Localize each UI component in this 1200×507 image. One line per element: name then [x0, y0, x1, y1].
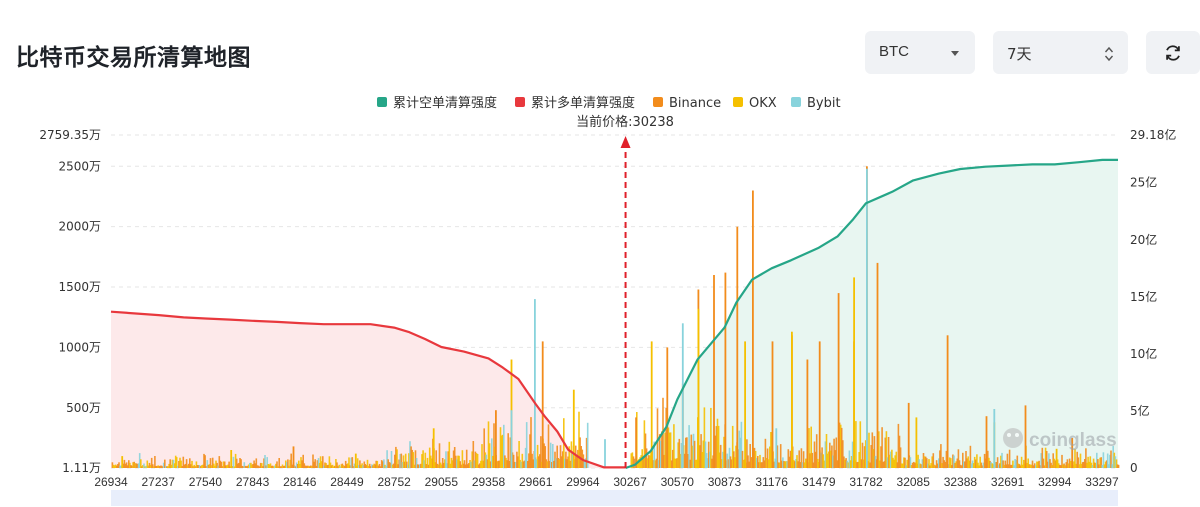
okx-bar	[432, 428, 435, 468]
binance-bar	[771, 341, 774, 468]
x-axis-tick: 29358	[472, 475, 506, 489]
cumulative-areas	[111, 159, 1118, 468]
x-axis: 26934 27237 27540 27843 28146 28449 28752 29055…	[94, 475, 1119, 489]
okx-bar	[121, 456, 124, 468]
binance-bar	[666, 347, 669, 468]
x-axis-tick: 32388	[944, 475, 978, 489]
okx-bar	[915, 417, 918, 468]
okx-bar	[853, 277, 855, 468]
liquidation-chart: 累计空单清算强度 累计多单清算强度 Binance OKX Bybit 当前价格…	[39, 95, 1176, 506]
legend-label-bybit[interactable]: Bybit	[807, 96, 841, 111]
x-axis-tick: 26934	[94, 475, 128, 489]
left-axis-tick: 2759.35万	[39, 128, 101, 142]
liquidation-bar	[232, 456, 235, 468]
okx-bar	[572, 389, 575, 468]
left-axis-tick: 500万	[66, 401, 101, 415]
okx-bar	[230, 450, 233, 468]
legend-marker-okx[interactable]	[733, 97, 743, 107]
binance-bar	[1024, 405, 1027, 468]
liquidation-bar	[881, 427, 883, 468]
right-axis-tick: 20亿	[1130, 232, 1157, 247]
left-axis: 1.11万 500万 1000万 1500万 2000万 2500万 2759.35万	[39, 128, 101, 475]
x-axis-tick: 31782	[849, 475, 883, 489]
x-axis-tick: 28752	[377, 475, 411, 489]
binance-bar	[724, 272, 727, 468]
x-axis-tick: 30267	[613, 475, 647, 489]
x-axis-tick: 28449	[330, 475, 364, 489]
bybit-bar	[510, 410, 513, 468]
legend-marker-bybit[interactable]	[791, 97, 801, 107]
binance-bar	[818, 341, 821, 468]
right-axis: 0 5亿 10亿 15亿 20亿 25亿 29.18亿	[1130, 127, 1176, 475]
left-axis-tick: 1000万	[58, 340, 101, 354]
binance-bar	[907, 402, 910, 468]
binance-bar	[752, 190, 754, 468]
x-axis-tick: 31479	[802, 475, 836, 489]
right-axis-tick: 0	[1130, 461, 1138, 475]
chart-legend: 累计空单清算强度 累计多单清算强度 Binance OKX Bybit	[377, 95, 841, 111]
okx-bar	[1055, 448, 1058, 468]
binance-bar	[736, 226, 739, 468]
liquidation-bar	[855, 421, 857, 468]
bybit-bar	[775, 428, 778, 468]
bybit-bar	[993, 409, 996, 468]
x-axis-tick: 27237	[142, 475, 176, 489]
binance-bar	[495, 410, 497, 468]
binance-bar	[635, 417, 637, 468]
x-axis-tick: 32085	[897, 475, 931, 489]
x-axis-tick: 27843	[236, 475, 270, 489]
binance-bar	[541, 341, 544, 468]
binance-bar	[946, 335, 949, 468]
legend-label-long[interactable]: 累计多单清算强度	[531, 95, 635, 111]
x-axis-tick: 27540	[189, 475, 223, 489]
liquidation-bar	[204, 455, 206, 468]
bybit-bar	[866, 168, 868, 468]
binance-bar	[713, 275, 715, 468]
right-axis-tick: 5亿	[1130, 403, 1150, 418]
x-axis-tick: 33297	[1085, 475, 1119, 489]
left-axis-tick: 1500万	[58, 280, 101, 294]
right-axis-tick: 15亿	[1130, 289, 1157, 304]
right-axis-tick: 29.18亿	[1130, 127, 1176, 142]
binance-bar	[876, 262, 879, 468]
binance-bar	[985, 416, 988, 468]
x-axis-tick: 29964	[566, 475, 600, 489]
x-axis-tick: 31176	[755, 475, 788, 489]
left-axis-tick: 1.11万	[62, 461, 101, 475]
bybit-bar	[681, 323, 684, 468]
bybit-bar	[534, 299, 536, 468]
okx-bar	[791, 331, 793, 468]
right-axis-tick: 10亿	[1130, 346, 1157, 361]
current-price-marker	[620, 136, 631, 468]
x-axis-tick: 30873	[708, 475, 742, 489]
current-price-arrow	[620, 136, 631, 148]
short-cumulative-area	[625, 159, 1118, 468]
okx-bar	[354, 453, 357, 468]
legend-label-binance[interactable]: Binance	[669, 96, 721, 111]
binance-bar	[292, 446, 295, 468]
binance-bar	[806, 359, 809, 468]
x-axis-tick: 29661	[519, 475, 553, 489]
x-axis-tick: 32994	[1038, 475, 1072, 489]
x-axis-tick: 28146	[283, 475, 317, 489]
left-axis-tick: 2000万	[58, 220, 101, 234]
legend-marker-long[interactable]	[515, 97, 525, 107]
right-axis-tick: 25亿	[1130, 175, 1157, 190]
binance-bar	[837, 293, 840, 468]
zoom-slider[interactable]	[111, 490, 1118, 506]
watermark-text: coinglass	[1029, 430, 1117, 451]
legend-marker-binance[interactable]	[653, 97, 663, 107]
current-price-label: 当前价格:30238	[576, 114, 674, 130]
okx-bar	[697, 308, 700, 468]
x-axis-tick: 32691	[991, 475, 1025, 489]
x-axis-tick: 30570	[661, 475, 695, 489]
liquidation-bar	[1117, 464, 1120, 468]
bybit-bar	[604, 439, 606, 468]
left-axis-tick: 2500万	[58, 159, 101, 173]
okx-bar	[744, 341, 746, 468]
legend-label-short[interactable]: 累计空单清算强度	[393, 95, 497, 111]
x-axis-tick: 29055	[425, 475, 459, 489]
legend-label-okx[interactable]: OKX	[749, 96, 777, 111]
legend-marker-short[interactable]	[377, 97, 387, 107]
